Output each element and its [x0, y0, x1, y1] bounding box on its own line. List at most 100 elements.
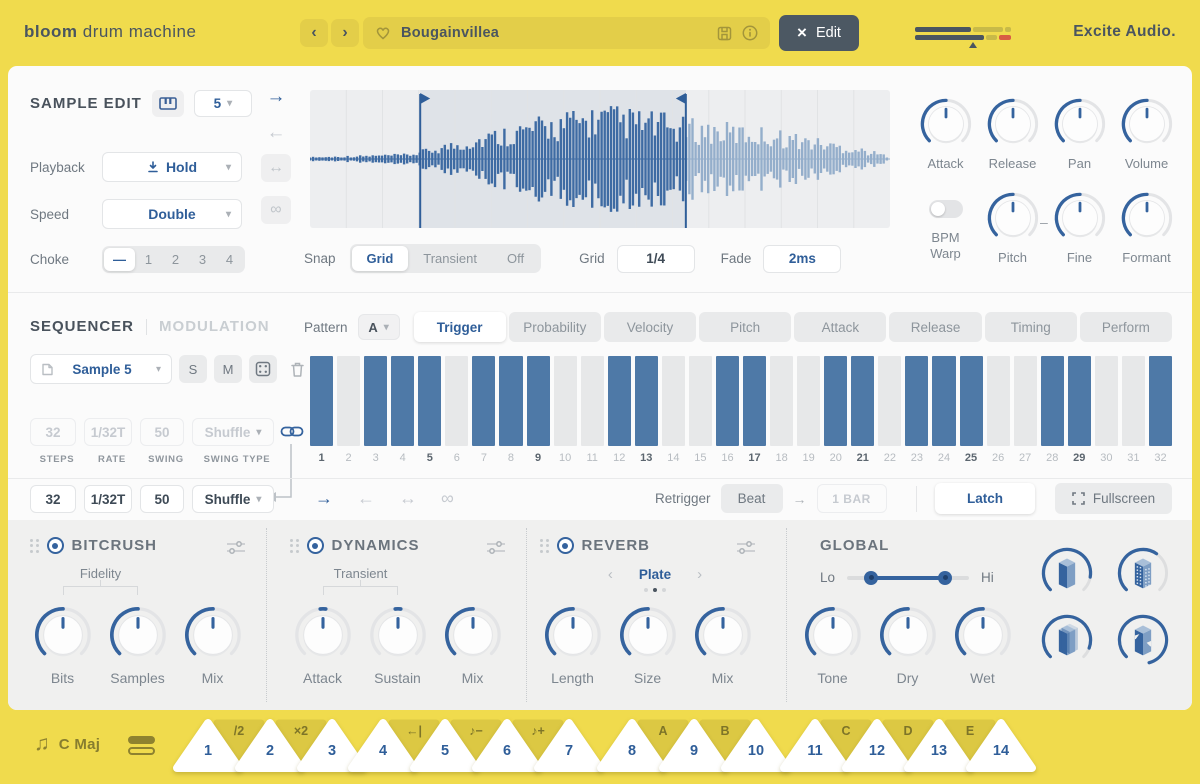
- choke-option-3[interactable]: 3: [189, 248, 216, 271]
- keyboard-button[interactable]: [152, 90, 184, 117]
- save-icon[interactable]: [717, 26, 732, 41]
- play-forward-button[interactable]: →: [260, 86, 292, 108]
- pattern-select[interactable]: A▾: [358, 314, 400, 340]
- reverb-mix-knob[interactable]: [692, 604, 754, 666]
- step-5[interactable]: [418, 356, 441, 446]
- fine-knob[interactable]: [1052, 190, 1108, 246]
- tab-pitch[interactable]: Pitch: [699, 312, 791, 342]
- tab-timing[interactable]: Timing: [985, 312, 1077, 342]
- tone-knob[interactable]: [802, 604, 864, 666]
- bpm-warp-toggle[interactable]: [929, 200, 963, 218]
- rate-field[interactable]: 1/32T: [84, 485, 132, 513]
- step-1[interactable]: [310, 356, 333, 446]
- dynamics-power-toggle[interactable]: [307, 537, 324, 554]
- macro-dial-2[interactable]: [1114, 544, 1172, 602]
- sliders-icon[interactable]: [486, 540, 506, 555]
- mute-button[interactable]: M: [214, 355, 242, 383]
- info-icon[interactable]: [742, 25, 758, 41]
- play-reverse-button[interactable]: ←: [260, 122, 292, 144]
- step-2[interactable]: [337, 356, 360, 446]
- loop-button[interactable]: ∞: [261, 196, 291, 224]
- step-26[interactable]: [987, 356, 1010, 446]
- tab-attack[interactable]: Attack: [794, 312, 886, 342]
- sustain-knob[interactable]: [367, 604, 429, 666]
- seq-reverse-button[interactable]: ←: [357, 488, 375, 509]
- drag-handle-icon[interactable]: [540, 539, 549, 553]
- bitcrush-power-toggle[interactable]: [47, 537, 64, 554]
- step-23[interactable]: [905, 356, 928, 446]
- step-18[interactable]: [770, 356, 793, 446]
- step-25[interactable]: [960, 356, 983, 446]
- step-28[interactable]: [1041, 356, 1064, 446]
- pad-7[interactable]: 7: [533, 716, 605, 774]
- menu-button[interactable]: [128, 736, 155, 755]
- tab-trigger[interactable]: Trigger: [414, 312, 506, 342]
- reverb-prev-button[interactable]: ‹: [608, 566, 613, 583]
- dynamics-attack-knob[interactable]: [292, 604, 354, 666]
- step-8[interactable]: [499, 356, 522, 446]
- solo-button[interactable]: S: [179, 355, 207, 383]
- step-16[interactable]: [716, 356, 739, 446]
- sliders-icon[interactable]: [736, 540, 756, 555]
- samples-knob[interactable]: [107, 604, 169, 666]
- choke-option-—[interactable]: —: [104, 248, 135, 271]
- latch-button[interactable]: Latch: [935, 483, 1035, 514]
- tab-perform[interactable]: Perform: [1080, 312, 1172, 342]
- tab-release[interactable]: Release: [889, 312, 981, 342]
- key-selector[interactable]: ♫ C Maj: [34, 732, 100, 756]
- swing-type-field[interactable]: Shuffle▾: [192, 485, 274, 513]
- step-12[interactable]: [608, 356, 631, 446]
- edit-mode-button[interactable]: × Edit: [779, 15, 859, 51]
- swing-field-linked[interactable]: 50: [140, 418, 184, 446]
- drag-handle-icon[interactable]: [30, 539, 39, 553]
- reverb-power-toggle[interactable]: [557, 537, 574, 554]
- trash-icon[interactable]: [290, 361, 305, 378]
- step-22[interactable]: [878, 356, 901, 446]
- choke-option-2[interactable]: 2: [162, 248, 189, 271]
- snap-option-off[interactable]: Off: [492, 246, 539, 271]
- step-31[interactable]: [1122, 356, 1145, 446]
- step-24[interactable]: [932, 356, 955, 446]
- step-30[interactable]: [1095, 356, 1118, 446]
- pitch-knob[interactable]: [985, 190, 1041, 246]
- step-14[interactable]: [662, 356, 685, 446]
- pad-14[interactable]: 14: [965, 716, 1037, 774]
- reverb-next-button[interactable]: ›: [697, 566, 702, 583]
- snap-option-grid[interactable]: Grid: [352, 246, 409, 271]
- tone-range-slider[interactable]: [847, 576, 969, 580]
- length-knob[interactable]: [542, 604, 604, 666]
- swing-type-field-linked[interactable]: Shuffle▾: [192, 418, 274, 446]
- choke-option-1[interactable]: 1: [135, 248, 162, 271]
- bits-knob[interactable]: [32, 604, 94, 666]
- wet-knob[interactable]: [952, 604, 1014, 666]
- step-15[interactable]: [689, 356, 712, 446]
- preset-prev-button[interactable]: ‹: [300, 19, 328, 47]
- speed-select[interactable]: Double ▾: [102, 199, 242, 229]
- fullscreen-button[interactable]: Fullscreen: [1055, 483, 1172, 514]
- steps-field[interactable]: 32: [30, 485, 76, 513]
- sequencer-sample-select[interactable]: Sample 5 ▾: [30, 354, 172, 384]
- tab-probability[interactable]: Probability: [509, 312, 601, 342]
- sliders-icon[interactable]: [226, 540, 246, 555]
- steps-field-linked[interactable]: 32: [30, 418, 76, 446]
- lo-handle[interactable]: [864, 571, 878, 585]
- step-4[interactable]: [391, 356, 414, 446]
- dry-knob[interactable]: [877, 604, 939, 666]
- macro-dial-4[interactable]: [1114, 611, 1172, 669]
- volume-knob[interactable]: [1119, 96, 1175, 152]
- rate-field-linked[interactable]: 1/32T: [84, 418, 132, 446]
- seq-pingpong-button[interactable]: ↔: [399, 488, 417, 509]
- sample-slot-select[interactable]: 5▾: [194, 90, 252, 117]
- seq-loop-button[interactable]: ∞: [441, 488, 454, 509]
- preset-next-button[interactable]: ›: [331, 19, 359, 47]
- link-icon[interactable]: [280, 424, 304, 439]
- step-21[interactable]: [851, 356, 874, 446]
- release-knob[interactable]: [985, 96, 1041, 152]
- step-9[interactable]: [527, 356, 550, 446]
- waveform-display[interactable]: [310, 90, 890, 228]
- reverb-preset-value[interactable]: Plate: [639, 567, 671, 582]
- drag-handle-icon[interactable]: [290, 539, 299, 553]
- hi-handle[interactable]: [938, 571, 952, 585]
- size-knob[interactable]: [617, 604, 679, 666]
- step-27[interactable]: [1014, 356, 1037, 446]
